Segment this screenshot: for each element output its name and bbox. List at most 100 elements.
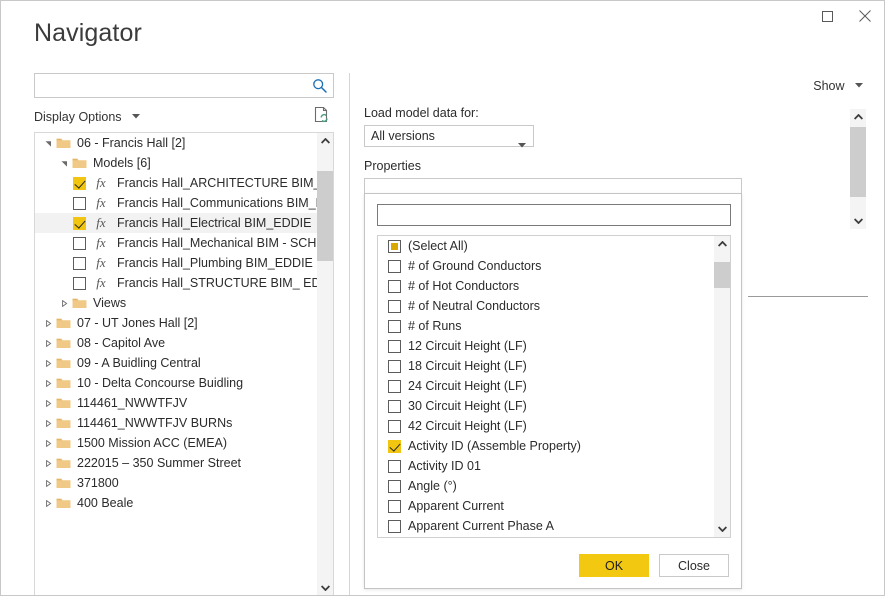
tree-item-checkbox[interactable] bbox=[73, 197, 86, 210]
property-checkbox[interactable] bbox=[388, 360, 401, 373]
property-list-item[interactable]: 18 Circuit Height (LF) bbox=[378, 356, 715, 376]
property-checkbox[interactable] bbox=[388, 420, 401, 433]
tree-item-checkbox[interactable] bbox=[73, 217, 86, 230]
property-list-item[interactable]: Angle (°) bbox=[378, 476, 715, 496]
tree-item[interactable]: fx Francis Hall_Communications BIM_E... bbox=[35, 193, 318, 213]
property-list-item[interactable]: Activity ID (Assemble Property) bbox=[378, 436, 715, 456]
tree-item-checkbox[interactable] bbox=[73, 177, 86, 190]
tree-item[interactable]: 07 - UT Jones Hall [2] bbox=[35, 313, 318, 333]
tree-expand-toggle[interactable] bbox=[41, 373, 55, 393]
property-checkbox[interactable] bbox=[388, 260, 401, 273]
property-checkbox[interactable] bbox=[388, 460, 401, 473]
tree-item[interactable]: 10 - Delta Concourse Buidling bbox=[35, 373, 318, 393]
property-checkbox[interactable] bbox=[388, 300, 401, 313]
display-options-button[interactable]: Display Options bbox=[34, 108, 140, 124]
properties-list-scrollbar[interactable] bbox=[714, 236, 730, 537]
preview-scrollbar-thumb[interactable] bbox=[850, 127, 866, 197]
property-list-item[interactable]: # of Hot Conductors bbox=[378, 276, 715, 296]
tree-expand-toggle[interactable] bbox=[41, 493, 55, 513]
tree-item[interactable]: fxFrancis Hall_Electrical BIM_EDDIE bbox=[35, 213, 318, 233]
refresh-document-icon[interactable] bbox=[312, 106, 332, 126]
tree-item[interactable]: 371800 bbox=[35, 473, 318, 493]
tree-expand-toggle[interactable] bbox=[41, 413, 55, 433]
tree-item-label: 400 Beale bbox=[77, 496, 133, 510]
show-dropdown-button[interactable]: Show bbox=[813, 77, 863, 93]
properties-scroll-up-button[interactable] bbox=[714, 236, 730, 252]
tree-item[interactable]: 08 - Capitol Ave bbox=[35, 333, 318, 353]
preview-scroll-up-button[interactable] bbox=[850, 109, 866, 125]
tree-scrollbar[interactable] bbox=[317, 133, 333, 596]
version-select[interactable]: All versions bbox=[364, 125, 534, 147]
properties-filter-box[interactable] bbox=[377, 204, 731, 226]
tree-item[interactable]: 06 - Francis Hall [2] bbox=[35, 133, 318, 153]
properties-scroll-down-button[interactable] bbox=[714, 521, 730, 537]
property-list-item[interactable]: 12 Circuit Height (LF) bbox=[378, 336, 715, 356]
property-list-item[interactable]: # of Ground Conductors bbox=[378, 256, 715, 276]
property-checkbox[interactable] bbox=[388, 440, 401, 453]
property-checkbox[interactable] bbox=[388, 340, 401, 353]
property-checkbox[interactable] bbox=[388, 480, 401, 493]
tree-item[interactable]: 222015 – 350 Summer Street bbox=[35, 453, 318, 473]
close-button[interactable] bbox=[846, 1, 884, 31]
ok-button[interactable]: OK bbox=[579, 554, 649, 577]
property-list-item[interactable]: Apparent Current bbox=[378, 496, 715, 516]
close-button[interactable]: Close bbox=[659, 554, 729, 577]
properties-list[interactable]: (Select All)# of Ground Conductors# of H… bbox=[378, 236, 715, 537]
tree-item[interactable]: Views bbox=[35, 293, 318, 313]
property-checkbox[interactable] bbox=[388, 240, 401, 253]
property-checkbox[interactable] bbox=[388, 520, 401, 533]
navigation-tree[interactable]: 06 - Francis Hall [2]Models [6]fxFrancis… bbox=[35, 133, 318, 596]
tree-item-checkbox[interactable] bbox=[73, 257, 86, 270]
property-list-item[interactable]: 42 Circuit Height (LF) bbox=[378, 416, 715, 436]
tree-item[interactable]: 400 Beale bbox=[35, 493, 318, 513]
tree-expand-toggle[interactable] bbox=[41, 433, 55, 453]
property-list-item[interactable]: (Select All) bbox=[378, 236, 715, 256]
tree-item-checkbox[interactable] bbox=[73, 237, 86, 250]
tree-expand-toggle[interactable] bbox=[57, 153, 71, 173]
search-icon[interactable] bbox=[312, 78, 328, 94]
maximize-button[interactable] bbox=[808, 1, 846, 31]
tree-item[interactable]: Models [6] bbox=[35, 153, 318, 173]
property-checkbox[interactable] bbox=[388, 500, 401, 513]
preview-scrollbar[interactable] bbox=[850, 109, 866, 229]
tree-item[interactable]: fxFrancis Hall_Plumbing BIM_EDDIE bbox=[35, 253, 318, 273]
tree-scrollbar-thumb[interactable] bbox=[317, 171, 333, 261]
property-list-item[interactable]: # of Neutral Conductors bbox=[378, 296, 715, 316]
tree-item-checkbox[interactable] bbox=[73, 277, 86, 290]
tree-expand-toggle[interactable] bbox=[41, 353, 55, 373]
tree-item[interactable]: 114461_NWWTFJV bbox=[35, 393, 318, 413]
tree-scroll-up-button[interactable] bbox=[317, 133, 333, 149]
property-checkbox[interactable] bbox=[388, 280, 401, 293]
properties-scrollbar-thumb[interactable] bbox=[714, 262, 730, 288]
tree-item[interactable]: fxFrancis Hall_Mechanical BIM - SCHE... bbox=[35, 233, 318, 253]
tree-expand-toggle[interactable] bbox=[57, 293, 71, 313]
tree-item[interactable]: fxFrancis Hall_STRUCTURE BIM_ EDDIE bbox=[35, 273, 318, 293]
tree-expand-toggle[interactable] bbox=[41, 453, 55, 473]
tree-expand-toggle[interactable] bbox=[41, 133, 55, 153]
tree-expand-toggle[interactable] bbox=[41, 473, 55, 493]
tree-item-label: Francis Hall_Communications BIM_E... bbox=[117, 196, 318, 210]
tree-item[interactable]: 114461_NWWTFJV BURNs bbox=[35, 413, 318, 433]
tree-item[interactable]: 1500 Mission ACC (EMEA) bbox=[35, 433, 318, 453]
property-list-item[interactable]: # of Runs bbox=[378, 316, 715, 336]
property-list-item[interactable]: 30 Circuit Height (LF) bbox=[378, 396, 715, 416]
search-input[interactable] bbox=[35, 74, 310, 97]
tree-expand-toggle[interactable] bbox=[41, 333, 55, 353]
tree-scroll-down-button[interactable] bbox=[317, 580, 333, 596]
preview-scroll-down-button[interactable] bbox=[850, 213, 866, 229]
property-list-item[interactable]: Activity ID 01 bbox=[378, 456, 715, 476]
property-list-item[interactable]: 24 Circuit Height (LF) bbox=[378, 376, 715, 396]
tree-expand-toggle[interactable] bbox=[41, 313, 55, 333]
properties-filter-input[interactable] bbox=[378, 205, 730, 225]
property-list-item[interactable]: Apparent Current Phase B bbox=[378, 536, 715, 537]
tree-item[interactable]: 09 - A Buidling Central bbox=[35, 353, 318, 373]
tree-expand-toggle[interactable] bbox=[41, 393, 55, 413]
search-box[interactable] bbox=[34, 73, 334, 98]
function-icon: fx bbox=[93, 193, 109, 213]
folder-icon bbox=[55, 433, 71, 453]
property-list-item[interactable]: Apparent Current Phase A bbox=[378, 516, 715, 536]
property-checkbox[interactable] bbox=[388, 400, 401, 413]
property-checkbox[interactable] bbox=[388, 380, 401, 393]
property-checkbox[interactable] bbox=[388, 320, 401, 333]
tree-item[interactable]: fxFrancis Hall_ARCHITECTURE BIM_20... bbox=[35, 173, 318, 193]
